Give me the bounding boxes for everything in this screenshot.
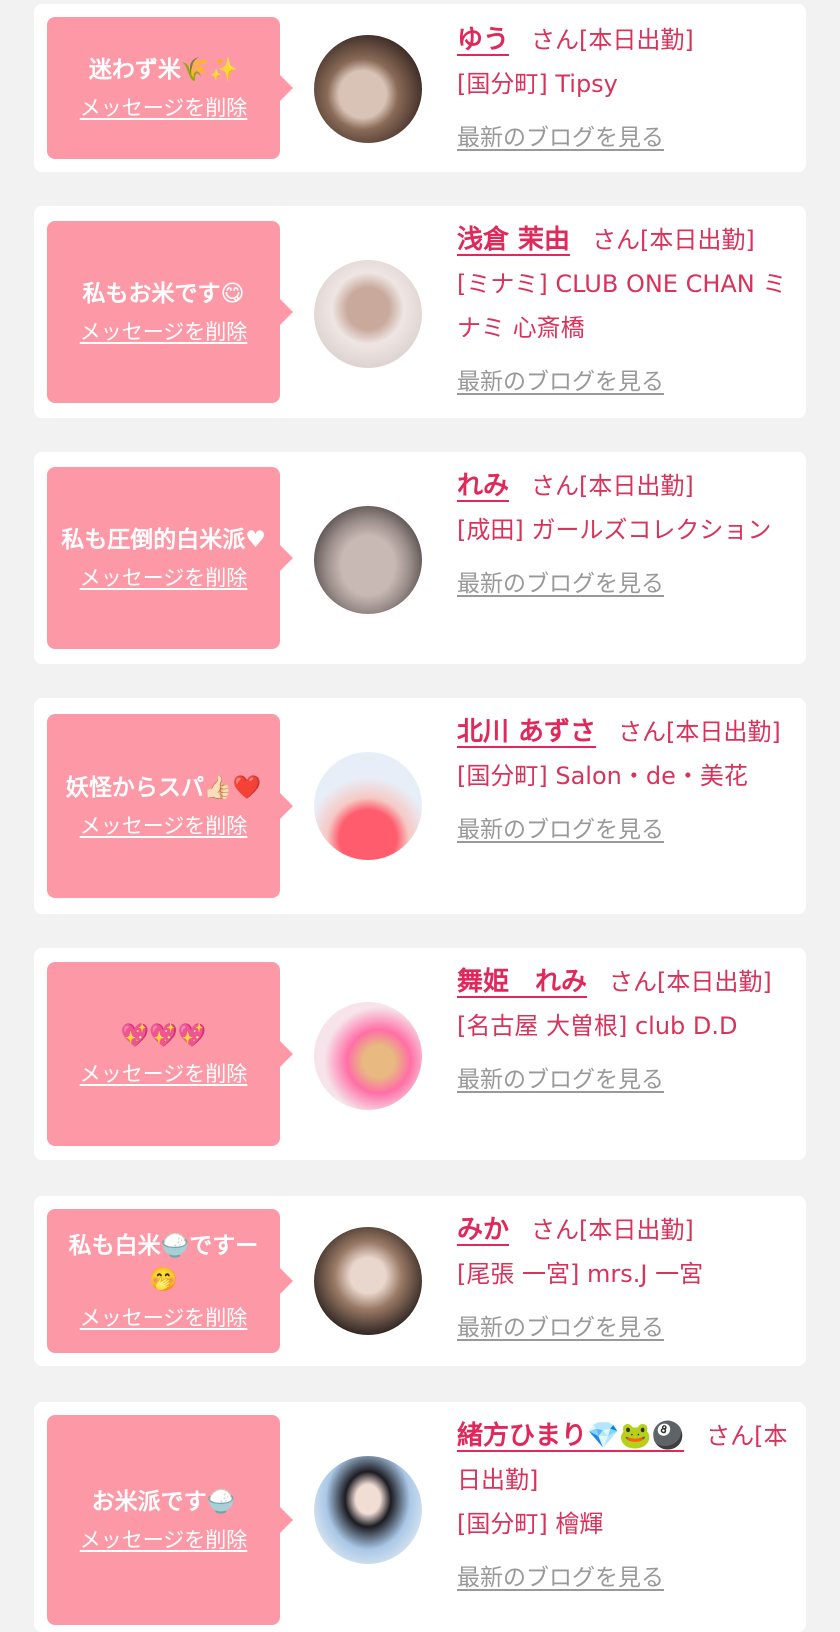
cast-title-line: 舞姫 れみ さん[本日出勤] [457,960,796,1004]
delete-message-button[interactable]: メッセージを削除 [80,811,248,841]
avatar[interactable] [314,1002,422,1110]
cast-status: さん[本日出勤] [531,472,694,500]
cast-name-link[interactable]: 北川 あずさ [457,717,596,747]
list-item: お米派です🍚 メッセージを削除 緒方ひまり💎🐸🎱 さん[本日出勤] [国分町] 檜… [34,1402,806,1632]
delete-message-button[interactable]: メッセージを削除 [80,1525,248,1555]
cast-info: みか さん[本日出勤] [尾張 一宮] mrs.J 一宮 最新のブログを見る [457,1208,796,1350]
shop-name: [国分町] Salon・de・美花 [457,762,748,790]
delete-message-button[interactable]: メッセージを削除 [80,93,248,123]
cast-info: 北川 あずさ さん[本日出勤] [国分町] Salon・de・美花 最新のブログを… [457,710,796,852]
shop-name: [ミナミ] CLUB ONE CHAN ミナミ 心斎橋 [457,270,787,342]
avatar[interactable] [314,752,422,860]
blog-link[interactable]: 最新のブログを見る [457,562,664,606]
cast-status: さん[本日出勤] [592,226,755,254]
avatar[interactable] [314,260,422,368]
cast-name-link[interactable]: れみ [457,471,509,501]
list-item: 💖💖💖 メッセージを削除 舞姫 れみ さん[本日出勤] [名古屋 大曽根] clu… [34,948,806,1160]
message-bubble: 迷わず米🌾✨ メッセージを削除 [47,17,293,159]
list-item: 迷わず米🌾✨ メッセージを削除 ゆう さん[本日出勤] [国分町] Tipsy 最… [34,4,806,172]
delete-message-button[interactable]: メッセージを削除 [80,1303,248,1333]
shop-name: [成田] ガールズコレクション [457,516,772,544]
list-item: 私も圧倒的白米派♥ メッセージを削除 れみ さん[本日出勤] [成田] ガールズコ… [34,452,806,664]
message-bubble: 私も圧倒的白米派♥ メッセージを削除 [47,467,293,649]
avatar[interactable] [314,1227,422,1335]
cast-name-link[interactable]: 緒方ひまり💎🐸🎱 [457,1421,684,1451]
cast-info: 舞姫 れみ さん[本日出勤] [名古屋 大曽根] club D.D 最新のブログを… [457,960,796,1102]
shop-name: [名古屋 大曽根] club D.D [457,1012,738,1040]
message-text: 私も白米🍚ですー🤭 [68,1233,259,1293]
message-bubble: お米派です🍚 メッセージを削除 [47,1415,293,1625]
cast-status: さん[本日出勤] [609,968,772,996]
blog-link[interactable]: 最新のブログを見る [457,360,664,404]
blog-link[interactable]: 最新のブログを見る [457,1306,664,1350]
delete-message-button[interactable]: メッセージを削除 [80,317,248,347]
list-item: 妖怪からスパ👍🏻❤️ メッセージを削除 北川 あずさ さん[本日出勤] [国分町]… [34,698,806,914]
cast-status: さん[本日出勤] [531,26,694,54]
shop-name: [国分町] Tipsy [457,70,618,98]
cast-info: 緒方ひまり💎🐸🎱 さん[本日出勤] [国分町] 檜輝 最新のブログを見る [457,1414,796,1600]
cast-name-link[interactable]: ゆう [457,25,509,55]
blog-link[interactable]: 最新のブログを見る [457,1058,664,1102]
cast-info: れみ さん[本日出勤] [成田] ガールズコレクション 最新のブログを見る [457,464,796,606]
blog-link[interactable]: 最新のブログを見る [457,808,664,852]
cast-status: さん[本日出勤] [531,1216,694,1244]
cast-info: ゆう さん[本日出勤] [国分町] Tipsy 最新のブログを見る [457,18,796,160]
blog-link[interactable]: 最新のブログを見る [457,116,664,160]
avatar[interactable] [314,506,422,614]
message-text: 迷わず米🌾✨ [88,57,239,83]
cast-title-line: れみ さん[本日出勤] [457,464,796,508]
message-text: 私も圧倒的白米派♥ [61,527,266,553]
cast-title-line: ゆう さん[本日出勤] [457,18,796,62]
message-bubble: 💖💖💖 メッセージを削除 [47,962,293,1146]
message-bubble: 妖怪からスパ👍🏻❤️ メッセージを削除 [47,714,293,898]
delete-message-button[interactable]: メッセージを削除 [80,563,248,593]
list-item: 私もお米です😋 メッセージを削除 浅倉 茉由 さん[本日出勤] [ミナミ] CLU… [34,206,806,418]
list-item: 私も白米🍚ですー🤭 メッセージを削除 みか さん[本日出勤] [尾張 一宮] mr… [34,1196,806,1366]
message-bubble: 私も白米🍚ですー🤭 メッセージを削除 [47,1209,293,1353]
cast-title-line: 緒方ひまり💎🐸🎱 さん[本日出勤] [457,1414,796,1502]
blog-link[interactable]: 最新のブログを見る [457,1556,664,1600]
avatar[interactable] [314,1456,422,1564]
shop-name: [国分町] 檜輝 [457,1510,604,1538]
message-text: 私もお米です😋 [82,281,245,307]
message-text: 💖💖💖 [120,1023,207,1049]
cast-name-link[interactable]: 浅倉 茉由 [457,225,570,255]
message-text: 妖怪からスパ👍🏻❤️ [65,775,262,801]
cast-title-line: みか さん[本日出勤] [457,1208,796,1252]
cast-title-line: 浅倉 茉由 さん[本日出勤] [457,218,796,262]
cast-name-link[interactable]: 舞姫 れみ [457,967,587,997]
delete-message-button[interactable]: メッセージを削除 [80,1059,248,1089]
avatar[interactable] [314,35,422,143]
cast-title-line: 北川 あずさ さん[本日出勤] [457,710,796,754]
cast-status: さん[本日出勤] [618,718,781,746]
message-text: お米派です🍚 [91,1489,236,1515]
cast-info: 浅倉 茉由 さん[本日出勤] [ミナミ] CLUB ONE CHAN ミナミ 心斎… [457,218,796,404]
cast-name-link[interactable]: みか [457,1215,509,1245]
shop-name: [尾張 一宮] mrs.J 一宮 [457,1260,704,1288]
message-bubble: 私もお米です😋 メッセージを削除 [47,221,293,403]
